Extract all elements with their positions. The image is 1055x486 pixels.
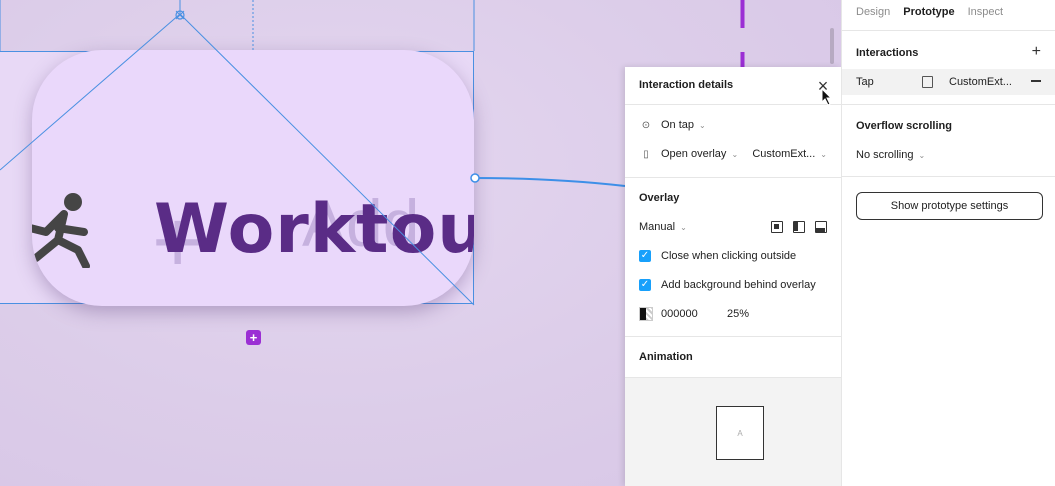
- background-color-value[interactable]: 000000: [661, 308, 727, 320]
- animation-section-title: Animation: [639, 351, 693, 363]
- overlay-icon: ▯: [643, 148, 649, 160]
- bottom-position-icon[interactable]: [815, 221, 827, 233]
- interaction-details-title: Interaction details: [639, 79, 734, 91]
- action-select[interactable]: Open overlay: [661, 148, 726, 160]
- overlay-icon: [922, 76, 933, 88]
- workout-card[interactable]: + Add Worktout: [32, 50, 474, 306]
- canvas-scrollbar[interactable]: [830, 28, 834, 64]
- add-background-checkbox[interactable]: ✓: [639, 279, 651, 291]
- tab-prototype[interactable]: Prototype: [903, 6, 954, 18]
- overflow-scrolling-value: No scrolling: [856, 149, 914, 161]
- position-select[interactable]: Manual: [639, 221, 675, 233]
- interaction-trigger: Tap: [856, 76, 874, 88]
- trigger-select[interactable]: ⊙ On tap ⌄: [639, 119, 827, 131]
- add-connection-node[interactable]: +: [246, 330, 261, 345]
- close-outside-label: Close when clicking outside: [661, 250, 797, 262]
- close-outside-row[interactable]: ✓ Close when clicking outside: [639, 250, 827, 262]
- interaction-item[interactable]: Tap CustomExt...: [842, 69, 1055, 95]
- animation-preview-frame: A: [716, 406, 764, 460]
- trigger-value: On tap: [661, 119, 695, 131]
- overflow-scrolling-title: Overflow scrolling: [856, 120, 952, 132]
- tab-inspect[interactable]: Inspect: [968, 6, 1003, 18]
- running-person-icon: [32, 193, 90, 268]
- chevron-down-icon: ⌄: [820, 149, 827, 159]
- chevron-down-icon: ⌄: [680, 222, 687, 232]
- card-title: Worktout: [154, 190, 474, 269]
- left-position-icon[interactable]: [793, 221, 805, 233]
- target-icon: ⊙: [641, 119, 651, 131]
- remove-interaction-icon[interactable]: [1031, 80, 1041, 82]
- destination-select[interactable]: CustomExt...: [752, 148, 815, 160]
- interaction-details-popup: Interaction details × ⊙ On tap ⌄ ▯ Open …: [625, 67, 841, 486]
- add-background-label: Add background behind overlay: [661, 279, 816, 291]
- chevron-down-icon: ⌄: [699, 120, 706, 130]
- interaction-target: CustomExt...: [949, 76, 1012, 88]
- add-interaction-button[interactable]: +: [1032, 43, 1041, 61]
- interactions-title: Interactions: [856, 47, 919, 59]
- tab-design[interactable]: Design: [856, 6, 890, 18]
- color-swatch[interactable]: [639, 307, 653, 321]
- chevron-down-icon: ⌄: [731, 149, 739, 159]
- properties-panel: Design Prototype Inspect Interactions + …: [841, 0, 1055, 486]
- close-outside-checkbox[interactable]: ✓: [639, 250, 651, 262]
- add-background-row[interactable]: ✓ Add background behind overlay: [639, 279, 827, 291]
- animation-preview: A: [625, 378, 841, 486]
- show-prototype-settings-button[interactable]: Show prototype settings: [856, 192, 1043, 220]
- panel-tabs: Design Prototype Inspect: [856, 6, 1003, 18]
- overflow-scrolling-select[interactable]: No scrolling ⌄: [856, 149, 925, 161]
- center-position-icon[interactable]: [771, 221, 783, 233]
- overlay-section-title: Overlay: [639, 192, 680, 204]
- background-opacity-value[interactable]: 25%: [727, 308, 749, 320]
- mouse-cursor-icon: [821, 88, 833, 106]
- chevron-down-icon: ⌄: [918, 150, 926, 160]
